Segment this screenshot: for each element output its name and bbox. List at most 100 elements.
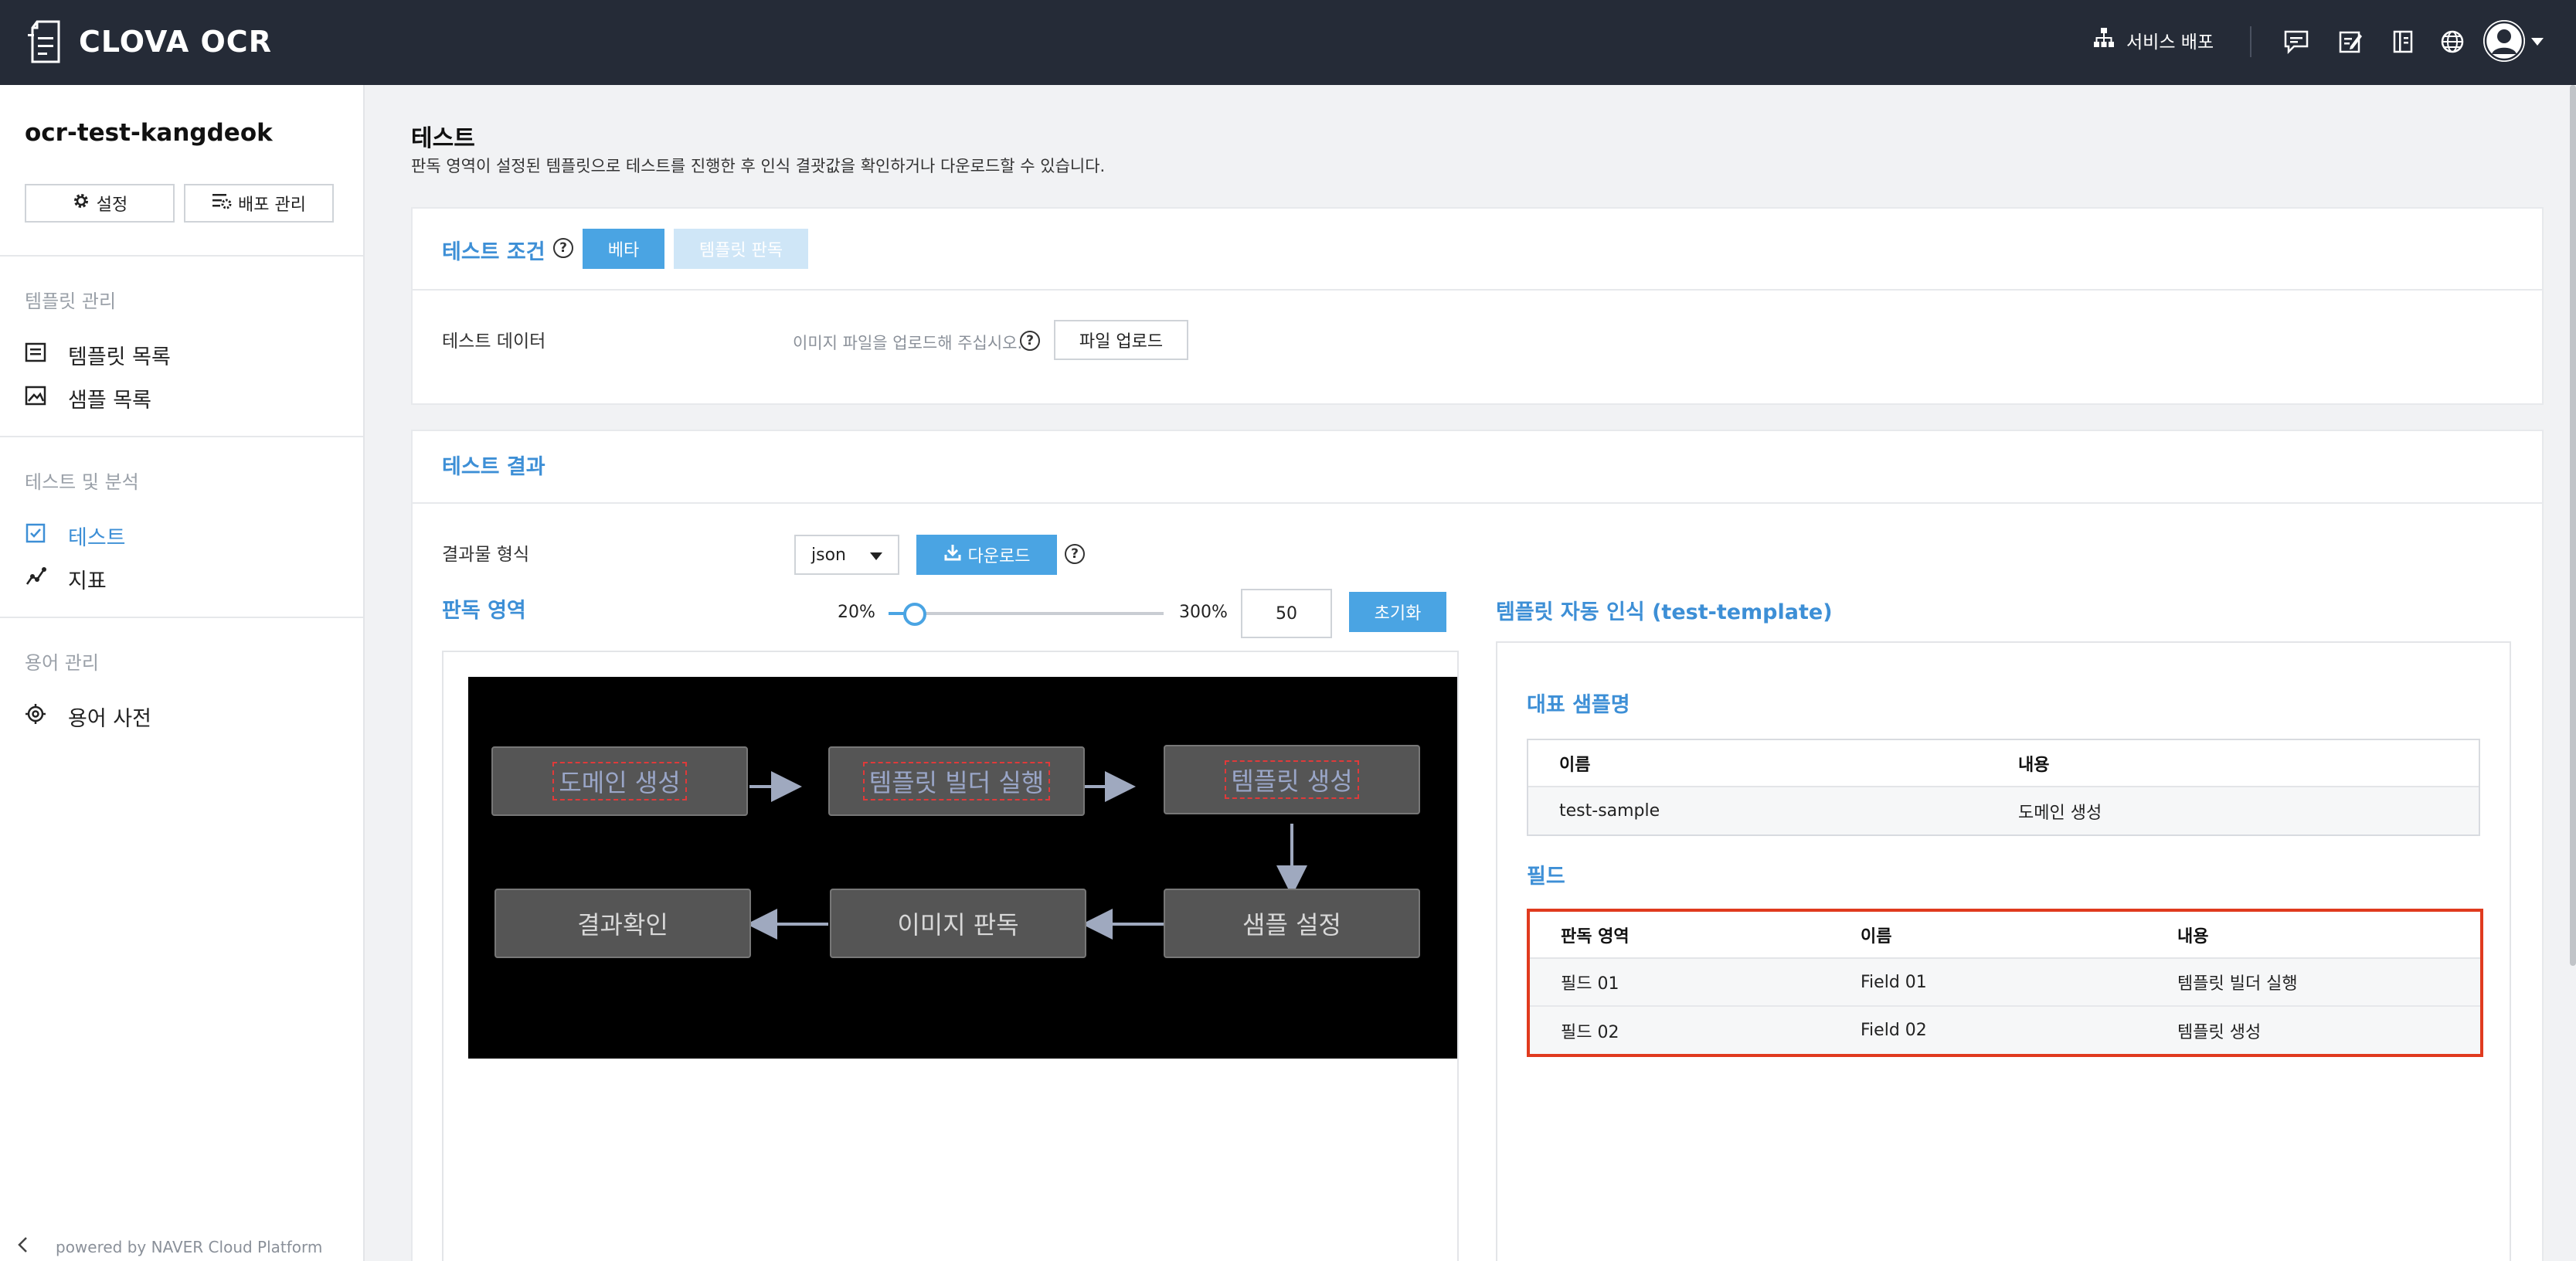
image-icon [25,385,68,412]
beta-button[interactable]: 베타 [583,229,664,269]
format-select-value: json [811,545,846,565]
sidebar-item-label: 테스트 [68,526,126,550]
representative-sample-table: 이름 내용 test-sample 도메인 생성 [1527,739,2480,836]
test-condition-card: 테스트 조건 ? 베타 템플릿 판독 테스트 데이터 이미지 파일을 업로드해 … [411,207,2544,405]
sidebar-section-template: 템플릿 관리 [25,291,117,312]
sidebar-divider [0,255,363,257]
format-select[interactable]: json [794,535,899,575]
diagram-box-builder: 템플릿 빌더 실행 [828,746,1085,816]
app-logo[interactable]: CLOVA OCR [26,20,272,63]
edit-note-icon[interactable] [2335,26,2366,57]
table-cell: 필드 02 [1530,1006,1830,1054]
table-cell: test-sample [1528,787,1987,834]
sidebar-item-dictionary[interactable]: 용어 사전 [25,702,151,732]
diagram-box-read: 이미지 판독 [830,889,1086,958]
diagram-box-label: 결과확인 [577,910,668,940]
powered-by-text: powered by NAVER Cloud Platform [56,1237,323,1256]
page-scrollbar[interactable] [2570,85,2576,966]
user-avatar-icon [2483,20,2525,62]
globe-icon[interactable] [2437,26,2468,57]
help-icon[interactable]: ? [553,238,573,258]
check-doc-icon [25,522,68,549]
region-title: 판독 영역 [442,599,526,623]
deploy-manage-label: 배포 관리 [238,195,306,215]
diagram-box-label: 템플릿 생성 [1225,760,1359,799]
zoom-min-label: 20% [838,603,875,622]
zoom-input[interactable]: 50 [1241,589,1332,638]
representative-sample-title: 대표 샘플명 [1527,693,1630,717]
table-cell: 도메인 생성 [1987,787,2479,834]
help-icon[interactable]: ? [1065,544,1085,564]
gear-icon [72,192,97,215]
sidebar-item-test[interactable]: 테스트 [25,521,126,551]
table-header: 이름 [1528,740,1987,787]
sidebar-section-terms: 용어 관리 [25,652,99,674]
test-data-label: 테스트 데이터 [442,331,546,352]
book-icon[interactable] [2387,26,2418,57]
table-row: test-sample 도메인 생성 [1528,787,2479,834]
download-label: 다운로드 [967,547,1031,566]
download-button[interactable]: 다운로드 [916,535,1057,575]
field-table: 판독 영역 이름 내용 필드 01 Field 01 템플릿 빌더 실행 필드 … [1527,909,2483,1057]
table-row: 필드 01 Field 01 템플릿 빌더 실행 [1530,958,2480,1007]
table-header: 판독 영역 [1530,912,1830,959]
sidebar-section-test: 테스트 및 분석 [25,471,139,493]
template-read-button[interactable]: 템플릿 판독 [674,229,808,269]
target-icon [25,703,68,730]
settings-button[interactable]: 설정 [25,184,175,223]
reset-button[interactable]: 초기화 [1349,592,1446,632]
table-row: 필드 02 Field 02 템플릿 생성 [1530,1006,2480,1054]
sidebar-item-label: 지표 [68,569,107,593]
page-description: 판독 영역이 설정된 템플릿으로 테스트를 진행한 후 인식 결괏값을 확인하거… [411,157,1106,175]
diagram-box-template: 템플릿 생성 [1164,745,1420,814]
table-header: 내용 [2146,912,2480,959]
zoom-slider-track[interactable] [889,612,1164,615]
sidebar-item-label: 용어 사전 [68,707,151,731]
diagram-box-result: 결과확인 [494,889,751,958]
card-divider [413,502,2542,504]
help-icon[interactable]: ? [1020,331,1040,351]
service-deploy-button[interactable]: 서비스 배포 [2092,26,2214,54]
sidebar: ocr-test-kangdeok 설정 배포 관리 템플릿 관리 템플릿 목록… [0,85,365,1261]
diagram-arrows [746,771,1307,940]
collapse-sidebar-icon[interactable] [17,1236,56,1257]
deploy-settings-icon [212,192,238,215]
page-title: 테스트 [411,125,475,152]
deploy-manage-button[interactable]: 배포 관리 [184,184,334,223]
chart-line-icon [25,566,68,593]
service-deploy-label: 서비스 배포 [2126,32,2214,53]
table-cell: 템플릿 빌더 실행 [2146,958,2480,1007]
result-format-label: 결과물 형식 [442,545,530,565]
zoom-slider-handle[interactable] [903,603,926,626]
diagram-box-label: 샘플 설정 [1242,910,1341,940]
sidebar-item-sample-list[interactable]: 샘플 목록 [25,383,151,413]
field-title: 필드 [1527,865,1565,889]
sidebar-item-template-list[interactable]: 템플릿 목록 [25,340,171,370]
document-icon [26,20,65,63]
table-cell: 템플릿 생성 [2146,1006,2480,1054]
file-upload-button[interactable]: 파일 업로드 [1054,320,1188,360]
chevron-down-icon [870,546,882,565]
test-condition-title: 테스트 조건 [442,240,545,264]
sidebar-item-label: 템플릿 목록 [68,345,171,369]
table-cell: Field 02 [1830,1006,2146,1054]
sidebar-item-label: 샘플 목록 [68,389,151,413]
sidebar-item-metrics[interactable]: 지표 [25,564,107,594]
settings-label: 설정 [96,195,128,215]
diagram-box-label: 도메인 생성 [552,762,687,800]
top-navigation-bar: CLOVA OCR 서비스 배포 [0,0,2576,85]
project-name: ocr-test-kangdeok [25,119,273,147]
download-icon [943,543,962,566]
caret-down-icon [2531,34,2544,49]
user-menu-button[interactable] [2483,20,2544,62]
test-result-title: 테스트 결과 [442,455,545,479]
table-cell: 필드 01 [1530,958,1830,1007]
list-icon [25,342,68,369]
table-header: 내용 [1987,740,2479,787]
chat-icon[interactable] [2281,26,2312,57]
table-cell: Field 01 [1830,958,2146,1007]
sidebar-divider [0,436,363,437]
diagram-box-domain: 도메인 생성 [491,746,748,816]
diagram-box-label: 템플릿 빌더 실행 [862,762,1051,800]
sidebar-divider [0,617,363,618]
